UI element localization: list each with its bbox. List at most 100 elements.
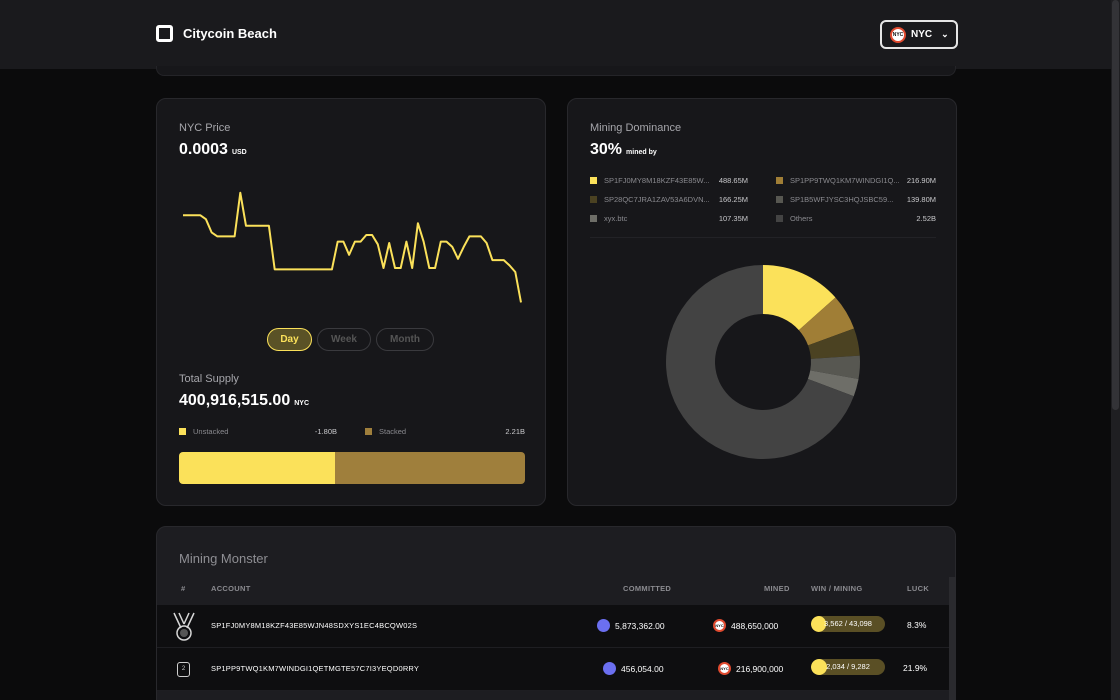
committed-amount: 456,054.00 bbox=[621, 663, 664, 674]
legend-swatch bbox=[590, 177, 597, 184]
supply-bar-stacked bbox=[334, 452, 525, 484]
legend-label: xyx.btc bbox=[604, 214, 628, 223]
legend-item: SP1PP9TWQ1KM7WINDGI1Q... 216.90M bbox=[776, 176, 936, 185]
mined-value: NYC 216,900,000 bbox=[718, 662, 784, 676]
stacked-label: Stacked bbox=[379, 427, 407, 436]
win-mining-text: 2,034 / 9,282 bbox=[826, 662, 870, 671]
mined-value: NYC 488,650,000 bbox=[713, 619, 779, 633]
dominance-donut-chart bbox=[666, 265, 860, 459]
col-luck: LUCK bbox=[907, 584, 930, 593]
legend-swatch bbox=[776, 177, 783, 184]
price-card: NYC Price 0.0003 USD Day Week Month Tota… bbox=[156, 98, 546, 506]
unstacked-swatch bbox=[179, 428, 186, 435]
unstacked-label: Unstacked bbox=[193, 427, 229, 436]
tab-week[interactable]: Week bbox=[317, 328, 371, 351]
legend-unstacked: Unstacked -1.80B bbox=[179, 427, 337, 436]
legend-value: 166.25M bbox=[718, 195, 748, 204]
table-scrollbar[interactable] bbox=[949, 577, 956, 700]
dominance-value: 30% mined by bbox=[590, 141, 657, 159]
unstacked-value: -1.80B bbox=[314, 427, 337, 436]
committed-value: 456,054.00 bbox=[603, 662, 664, 676]
price-line-chart bbox=[183, 191, 522, 303]
stacked-swatch bbox=[365, 428, 372, 435]
legend-label: SP1PP9TWQ1KM7WINDGI1Q... bbox=[790, 176, 900, 185]
stx-icon bbox=[597, 619, 610, 632]
dominance-percent: 30% bbox=[590, 141, 623, 158]
supply-value: 400,916,515.00 NYC bbox=[179, 392, 309, 410]
account-address[interactable]: SP1PP9TWQ1KM7WINDGI1QETMGTE57C7I3YEQD0RR… bbox=[211, 664, 419, 673]
table-row[interactable]: SP1FJ0MY8M18KZF43E85WJN48SDXYS1EC4BCQW02… bbox=[157, 605, 949, 648]
token-select[interactable]: NYC NYC ⌄ bbox=[880, 20, 958, 49]
table-row[interactable]: 2 SP1PP9TWQ1KM7WINDGI1QETMGTE57C7I3YEQD0… bbox=[157, 648, 949, 691]
col-rank: # bbox=[181, 584, 186, 593]
nyc-coin-icon: NYC bbox=[890, 26, 906, 43]
supply-title: Total Supply bbox=[179, 373, 239, 385]
legend-item: SP1B5WFJYSC3HQJSBC59... 139.80M bbox=[776, 195, 936, 204]
legend-swatch bbox=[590, 196, 597, 203]
tab-day[interactable]: Day bbox=[267, 328, 312, 351]
legend-item: SP28QC7JRA1ZAV53A6DVN... 166.25M bbox=[590, 195, 748, 204]
dominance-title: Mining Dominance bbox=[590, 122, 682, 134]
tab-month[interactable]: Month bbox=[376, 328, 434, 351]
nyc-coin-icon: NYC bbox=[713, 619, 726, 632]
page-scrollbar[interactable] bbox=[1111, 0, 1120, 700]
nyc-coin-icon: NYC bbox=[718, 662, 731, 675]
stacked-value: 2.21B bbox=[505, 427, 525, 436]
col-mined: MINED bbox=[764, 584, 790, 593]
price-value: 0.0003 USD bbox=[179, 141, 247, 159]
brand-name: Citycoin Beach bbox=[183, 26, 277, 41]
mined-amount: 488,650,000 bbox=[731, 620, 779, 631]
legend-label: Others bbox=[790, 214, 813, 223]
luck-value: 21.9% bbox=[903, 663, 928, 673]
divider bbox=[590, 237, 936, 238]
brand[interactable]: Citycoin Beach bbox=[156, 25, 277, 42]
account-address[interactable]: SP1FJ0MY8M18KZF43E85WJN48SDXYS1EC4BCQW02… bbox=[211, 621, 417, 630]
legend-value: 2.52B bbox=[916, 214, 936, 223]
token-select-label: NYC bbox=[911, 29, 933, 40]
legend-label: SP1FJ0MY8M18KZF43E85W... bbox=[604, 176, 710, 185]
legend-value: 139.80M bbox=[906, 195, 936, 204]
legend-item: xyx.btc 107.35M bbox=[590, 214, 748, 223]
price-amount: 0.0003 bbox=[179, 141, 228, 158]
range-tabs: Day Week Month bbox=[267, 328, 434, 351]
legend-label: SP28QC7JRA1ZAV53A6DVN... bbox=[604, 195, 710, 204]
win-mining-pill: 2,034 / 9,282 bbox=[811, 659, 885, 675]
legend-swatch bbox=[776, 215, 783, 222]
supply-unit: NYC bbox=[294, 400, 309, 407]
legend-stacked: Stacked 2.21B bbox=[365, 427, 525, 436]
legend-swatch bbox=[776, 196, 783, 203]
medal-icon bbox=[173, 612, 195, 641]
legend-item: SP1FJ0MY8M18KZF43E85W... 488.65M bbox=[590, 176, 748, 185]
luck-value: 8.3% bbox=[907, 620, 927, 630]
legend-label: SP1B5WFJYSC3HQJSBC59... bbox=[790, 195, 894, 204]
price-title: NYC Price bbox=[179, 122, 231, 134]
win-mining-pill: 3,562 / 43,098 bbox=[811, 616, 885, 632]
dominance-suffix: mined by bbox=[626, 149, 657, 156]
collapsed-panel bbox=[156, 66, 956, 76]
supply-bar-unstacked bbox=[179, 452, 335, 484]
legend-value: 216.90M bbox=[906, 176, 936, 185]
monster-title: Mining Monster bbox=[179, 551, 268, 566]
dominance-card: Mining Dominance 30% mined by SP1FJ0MY8M… bbox=[567, 98, 957, 506]
supply-amount: 400,916,515.00 bbox=[179, 392, 291, 409]
legend-value: 488.65M bbox=[718, 176, 748, 185]
win-mining-text: 3,562 / 43,098 bbox=[824, 619, 872, 628]
price-unit: USD bbox=[231, 149, 247, 156]
chevron-down-icon: ⌄ bbox=[941, 29, 949, 39]
committed-value: 5,873,362.00 bbox=[597, 619, 665, 633]
col-account: ACCOUNT bbox=[211, 584, 251, 593]
rank-badge: 2 bbox=[177, 662, 190, 677]
mined-amount: 216,900,000 bbox=[736, 663, 784, 674]
page-scrollbar-thumb[interactable] bbox=[1112, 0, 1119, 410]
supply-bar bbox=[179, 452, 525, 484]
brand-logo-icon bbox=[156, 25, 173, 42]
col-win-mining: WIN / MINING bbox=[811, 584, 863, 593]
legend-item: Others 2.52B bbox=[776, 214, 936, 223]
mining-monster-card: Mining Monster # ACCOUNT COMMITTED MINED… bbox=[156, 526, 956, 700]
legend-value: 107.35M bbox=[718, 214, 748, 223]
stx-icon bbox=[603, 662, 616, 675]
committed-amount: 5,873,362.00 bbox=[615, 620, 665, 631]
price-series-line bbox=[183, 191, 522, 303]
top-bar: Citycoin Beach NYC NYC ⌄ bbox=[0, 0, 1120, 69]
legend-swatch bbox=[590, 215, 597, 222]
